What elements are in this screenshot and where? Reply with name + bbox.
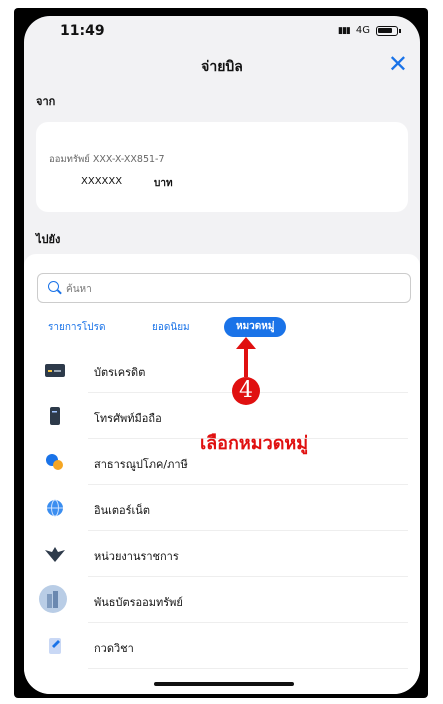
annotation-text: เลือกหมวดหมู่ — [200, 433, 309, 454]
close-icon[interactable]: ✕ — [388, 50, 408, 78]
credit-card-icon — [44, 360, 66, 380]
government-emblem-icon — [44, 544, 66, 564]
search-input[interactable]: ค้นหา — [37, 273, 411, 303]
tab-favorites[interactable]: รายการโปรด — [48, 320, 105, 335]
tutoring-icon — [44, 636, 66, 656]
status-time: 11:49 — [60, 23, 105, 39]
from-label: จาก — [36, 95, 56, 108]
category-label: พันธบัตรออมทรัพย์ — [94, 596, 183, 609]
category-label: อินเตอร์เน็ต — [94, 504, 150, 517]
category-label: กวดวิชา — [94, 642, 134, 655]
battery-icon — [376, 25, 401, 36]
status-bar: 11:49 ▮▮▮ 4G — [24, 16, 420, 48]
category-credit-card[interactable]: บัตรเครดิต — [24, 347, 420, 393]
globe-icon — [44, 498, 66, 518]
category-tutoring[interactable]: กวดวิชา — [24, 623, 420, 669]
step-number-badge: 4 — [232, 377, 260, 405]
source-account-card[interactable]: ออมทรัพย์ XXX-X-XX851-7 XXXXXX บาท — [36, 122, 408, 212]
to-label: ไปยัง — [36, 233, 61, 246]
header: จ่ายบิล ✕ — [24, 48, 420, 78]
search-placeholder: ค้นหา — [66, 284, 92, 295]
home-indicator[interactable] — [154, 682, 294, 686]
category-label: สาธารณูปโภค/ภาษี — [94, 458, 188, 471]
category-government[interactable]: หน่วยงานราชการ — [24, 531, 420, 577]
category-label: โทรศัพท์มือถือ — [94, 412, 162, 425]
status-indicators: ▮▮▮ 4G — [338, 25, 401, 36]
phone-screen: 11:49 ▮▮▮ 4G จ่ายบิล ✕ จาก ออมทรัพย์ XXX… — [24, 16, 420, 694]
category-label: บัตรเครดิต — [94, 366, 146, 379]
account-number: ออมทรัพย์ XXX-X-XX851-7 — [49, 154, 165, 165]
mobile-phone-icon — [44, 406, 66, 426]
account-balance: XXXXXX — [81, 176, 123, 187]
currency-label: บาท — [154, 178, 173, 189]
category-label: หน่วยงานราชการ — [94, 550, 179, 563]
utilities-icon — [44, 452, 66, 472]
tab-categories[interactable]: หมวดหมู่ — [224, 317, 287, 337]
search-icon — [48, 281, 59, 292]
category-savings-bond[interactable]: พันธบัตรออมทรัพย์ — [24, 577, 420, 623]
page-title: จ่ายบิล — [201, 59, 243, 75]
signal-icon: ▮▮▮ — [338, 25, 351, 36]
network-type: 4G — [355, 25, 370, 36]
tab-popular[interactable]: ยอดนิยม — [152, 320, 190, 335]
biller-panel: ค้นหา รายการโปรด ยอดนิยม หมวดหมู่ บัตรเค… — [24, 254, 420, 694]
bond-building-icon — [38, 584, 68, 614]
category-internet[interactable]: อินเตอร์เน็ต — [24, 485, 420, 531]
annotation-arrow-line — [244, 347, 248, 377]
